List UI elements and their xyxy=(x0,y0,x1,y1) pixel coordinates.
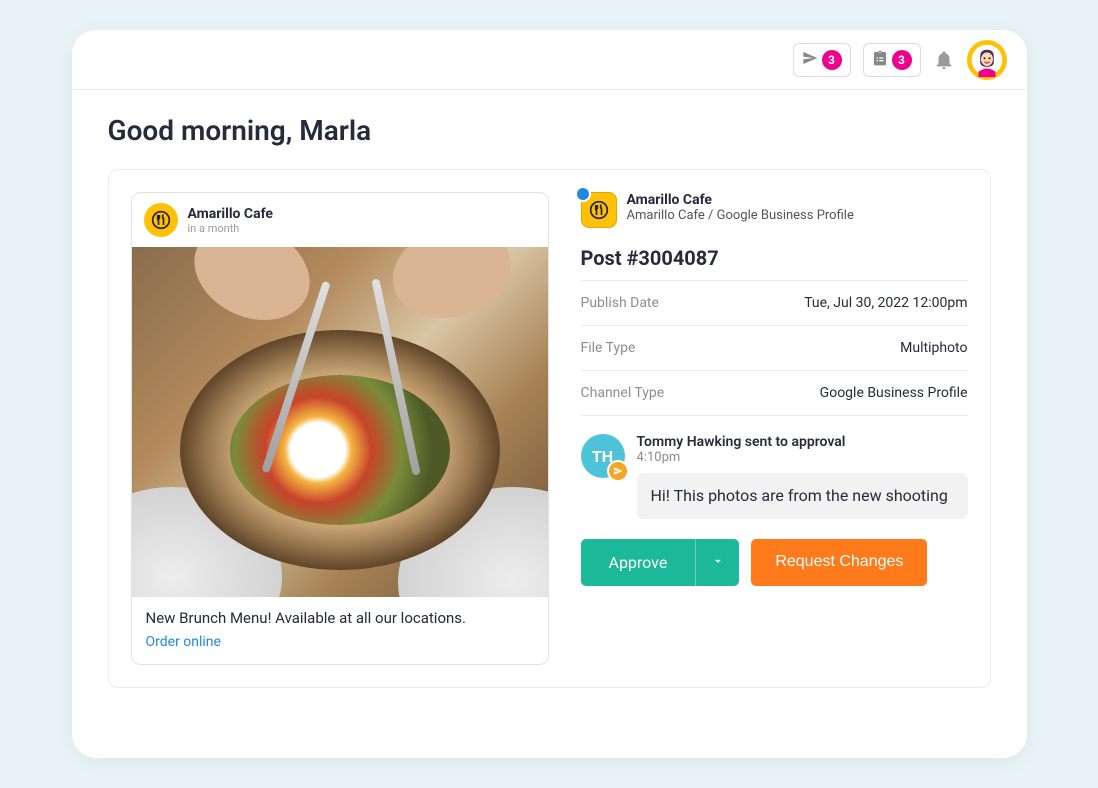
chevron-down-icon xyxy=(711,554,725,571)
preview-timing: in a month xyxy=(188,222,274,235)
preview-image xyxy=(132,247,548,597)
greeting: Good morning, Marla xyxy=(108,114,991,147)
post-details: Amarillo Cafe Amarillo Cafe / Google Bus… xyxy=(581,192,968,665)
activity-avatar: TH xyxy=(581,434,625,478)
user-avatar[interactable] xyxy=(967,40,1007,80)
details-account: Amarillo Cafe xyxy=(627,192,854,208)
row-file-type: File Type Multiphoto xyxy=(581,325,968,370)
row-channel-type: Channel Type Google Business Profile xyxy=(581,370,968,415)
sent-mini-icon xyxy=(607,460,629,482)
file-type-value: Multiphoto xyxy=(900,340,967,356)
notifications-button[interactable] xyxy=(933,49,955,71)
channel-type-value: Google Business Profile xyxy=(820,385,968,401)
details-header: Amarillo Cafe Amarillo Cafe / Google Bus… xyxy=(581,192,968,228)
activity-time: 4:10pm xyxy=(637,450,968,465)
tasks-button[interactable]: 3 xyxy=(863,43,921,77)
publish-date-value: Tue, Jul 30, 2022 12:00pm xyxy=(804,295,967,311)
post-id: Post #3004087 xyxy=(581,246,968,270)
post-preview-card: Amarillo Cafe in a month New Brunch Menu… xyxy=(131,192,549,665)
row-publish-date: Publish Date Tue, Jul 30, 2022 12:00pm xyxy=(581,280,968,325)
clipboard-icon xyxy=(872,50,888,69)
activity: TH Tommy Hawking sent to approval 4:10pm… xyxy=(581,415,968,519)
request-changes-button[interactable]: Request Changes xyxy=(751,539,927,586)
approval-panel: Amarillo Cafe in a month New Brunch Menu… xyxy=(108,169,991,688)
action-buttons: Approve Request Changes xyxy=(581,539,968,586)
details-breadcrumb: Amarillo Cafe / Google Business Profile xyxy=(627,208,854,223)
preview-caption: New Brunch Menu! Available at all our lo… xyxy=(146,609,534,627)
approve-button[interactable]: Approve xyxy=(581,539,696,586)
preview-account: Amarillo Cafe xyxy=(188,206,274,222)
preview-header: Amarillo Cafe in a month xyxy=(132,193,548,247)
channel-mini-icon xyxy=(575,186,591,202)
approve-button-group: Approve xyxy=(581,539,740,586)
approve-dropdown-button[interactable] xyxy=(695,539,739,586)
tasks-badge: 3 xyxy=(892,50,912,70)
activity-action: Tommy Hawking sent to approval xyxy=(637,434,968,450)
sent-button[interactable]: 3 xyxy=(793,43,851,77)
channel-type-label: Channel Type xyxy=(581,385,665,401)
app-window: 3 3 Good morning, Marla xyxy=(72,30,1027,758)
activity-message: Hi! This photos are from the new shootin… xyxy=(637,473,968,519)
main-content: Good morning, Marla Amarillo Cafe in a m… xyxy=(72,90,1027,758)
topbar: 3 3 xyxy=(72,30,1027,90)
cafe-logo-icon xyxy=(144,203,178,237)
file-type-label: File Type xyxy=(581,340,636,356)
paper-plane-icon xyxy=(802,50,818,69)
order-online-link[interactable]: Order online xyxy=(146,634,221,650)
sent-badge: 3 xyxy=(822,50,842,70)
publish-date-label: Publish Date xyxy=(581,295,659,311)
